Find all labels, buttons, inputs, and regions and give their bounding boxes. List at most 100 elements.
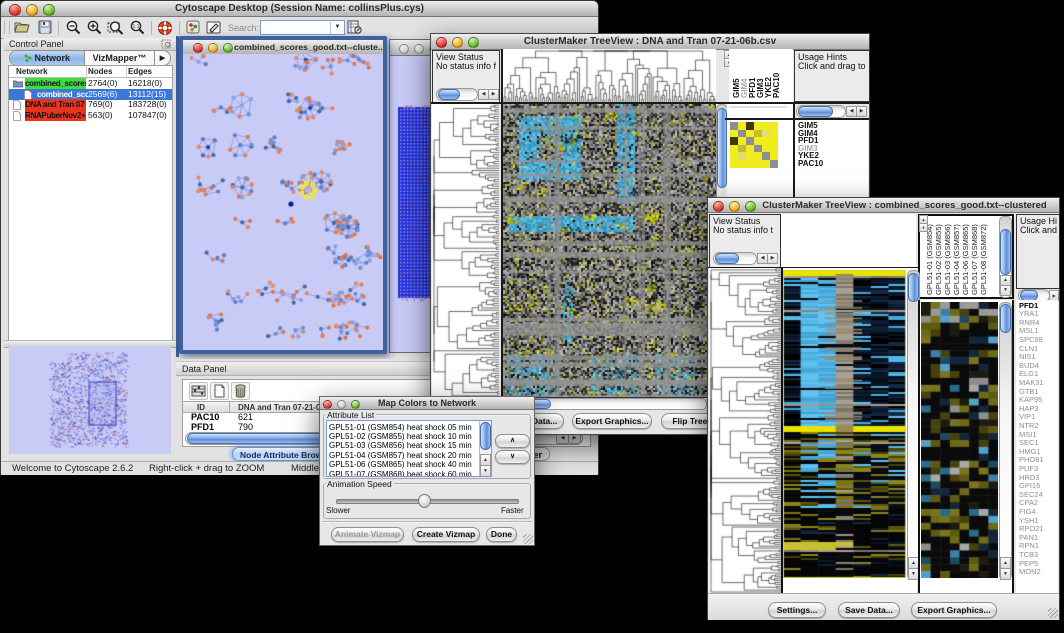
close-button[interactable]	[323, 400, 332, 409]
tv2-subheatmap[interactable]	[921, 302, 998, 578]
tv2-usage-hints-box: Usage Hi Click and	[1016, 214, 1060, 289]
close-button[interactable]	[193, 43, 203, 53]
zoom-in-icon[interactable]	[86, 20, 103, 35]
attribute-id: PAC10	[191, 412, 219, 422]
treeview1-titlebar[interactable]: ClusterMaker TreeView : DNA and Tran 07-…	[431, 34, 869, 50]
attribute-browser-icon[interactable]	[347, 20, 362, 35]
tv2-subheatmap-vscrollbar[interactable]	[999, 302, 1012, 580]
search-dropdown-button[interactable]: ▼	[330, 20, 345, 35]
tv1-heatmap[interactable]	[501, 104, 716, 397]
annotation-icon[interactable]	[206, 20, 222, 35]
tv2-export-graphics-button[interactable]: Export Graphics...	[911, 602, 997, 618]
matrix-cell	[770, 137, 778, 145]
help-ring-icon[interactable]	[157, 20, 173, 36]
new-attribute-button[interactable]	[210, 382, 229, 400]
attribute-list-item[interactable]: GPL51-06 (GSM865) heat shock 40 min	[329, 460, 472, 469]
treeview2-titlebar[interactable]: ClusterMaker TreeView : combined_scores_…	[708, 198, 1059, 213]
scroll-down-arrow[interactable]: ▼	[1000, 285, 1011, 296]
tv2-column-label: GPL51-02 (GSM855)	[934, 224, 943, 295]
matrix-cell	[730, 137, 738, 145]
delete-attribute-button[interactable]	[231, 382, 250, 400]
scroll-down-arrow[interactable]: ▼	[1000, 568, 1011, 580]
network-overview-thumbnail[interactable]	[9, 347, 171, 454]
matrix-cell	[770, 122, 778, 130]
close-button[interactable]	[9, 4, 21, 16]
close-button[interactable]	[399, 44, 409, 54]
attribute-list-item[interactable]: GPL51-07 (GSM868) heat shock 60 min	[329, 470, 472, 478]
new-network-icon[interactable]	[186, 20, 200, 34]
animation-speed-label: Animation Speed	[325, 479, 394, 489]
tab-network[interactable]: Network	[10, 51, 85, 65]
attribute-list-item[interactable]: GPL51-01 (GSM854) heat shock 05 min	[329, 423, 472, 432]
main-title-bar[interactable]: Cytoscape Desktop (Session Name: collins…	[1, 1, 598, 17]
zoom-out-icon[interactable]	[65, 20, 82, 35]
tv1-row-dendrogram[interactable]	[432, 104, 499, 397]
tv2-column-label: GPL51-08 (GSM872)	[979, 224, 988, 295]
search-label: Search:	[228, 23, 259, 33]
network-list-row[interactable]: combined_sco2569(6)13112(15)	[9, 89, 172, 100]
close-button[interactable]	[436, 37, 447, 48]
create-vizmap-button[interactable]: Create Vizmap	[412, 527, 480, 542]
minimize-button[interactable]	[26, 4, 38, 16]
zoom-button[interactable]	[351, 400, 360, 409]
network-list-row[interactable]: DNA and Tran 07769(0)183728(0)	[9, 99, 172, 110]
zoom-button[interactable]	[223, 43, 233, 53]
minimize-button[interactable]	[414, 44, 424, 54]
tv1-column-labels: GIM5GIM4PFD1GIM3YKE2PAC10	[729, 49, 793, 102]
move-down-button[interactable]: ∨	[495, 450, 530, 464]
minimize-button[interactable]	[729, 201, 740, 212]
scroll-right-arrow[interactable]: ▶	[488, 89, 499, 100]
zoom-button[interactable]	[745, 201, 756, 212]
attribute-list-item[interactable]: GPL51-04 (GSM857) heat shock 20 min	[329, 451, 472, 460]
tab-overflow-arrow[interactable]: ▶	[155, 51, 170, 65]
float-panel-icon[interactable]	[161, 39, 172, 49]
done-button[interactable]: Done	[486, 527, 517, 542]
tab-vizmapper[interactable]: VizMapper™	[85, 51, 155, 65]
select-attributes-button[interactable]	[189, 382, 208, 400]
attribute-list-item[interactable]: GPL51-03 (GSM856) heat shock 15 min	[329, 441, 472, 450]
matrix-cell	[738, 152, 746, 160]
tv2-row-dendrogram[interactable]	[709, 268, 781, 593]
save-session-icon[interactable]	[38, 20, 52, 34]
tv2-column-label: GPL51-07 (GSM868)	[970, 224, 979, 295]
network-list-header[interactable]: Network Nodes Edges	[9, 66, 172, 78]
control-panel: Control Panel Network VizMapper™ ▶ Netwo…	[4, 38, 176, 457]
minimize-button[interactable]	[337, 400, 346, 409]
toolbar-drag-handle[interactable]	[4, 21, 10, 34]
desktop-screen: Cytoscape Desktop (Session Name: collins…	[0, 0, 1064, 633]
tv2-row-labels: PFD1YRA1RNR4MSL1SPC98CLN1NIS1BUD4ELG1MAK…	[1016, 300, 1058, 593]
scroll-right-arrow[interactable]: ▶	[767, 253, 778, 264]
matrix-cell	[738, 130, 746, 138]
resize-grip[interactable]	[523, 534, 533, 544]
tv1-column-dendrogram[interactable]	[501, 49, 716, 102]
matrix-cell	[762, 137, 770, 145]
resize-grip[interactable]	[1048, 608, 1058, 618]
network-list-row[interactable]: RNAPuberNov2+!563(0)107847(0)	[9, 110, 172, 121]
tv2-settings-button[interactable]: Settings...	[768, 602, 826, 618]
move-up-button[interactable]: ∧	[495, 434, 530, 448]
tv2-save-data-button[interactable]: Save Data...	[838, 602, 900, 618]
edge-count: 183728(0)	[128, 99, 167, 110]
scroll-down-arrow[interactable]: ▼	[480, 465, 491, 477]
tv2-collabel-down-arrow[interactable]: ▼	[919, 223, 928, 232]
network-view-1[interactable]	[183, 54, 383, 347]
tv2-column-label: GPL51-04 (GSM857)	[952, 224, 961, 295]
zoom-selected-icon[interactable]	[107, 20, 126, 35]
tv2-view-status-box: View Status No status info t ◀ ▶	[709, 214, 781, 268]
zoom-button[interactable]	[468, 37, 479, 48]
tv1-export-graphics-button[interactable]: Export Graphics...	[572, 413, 652, 429]
search-input[interactable]	[260, 20, 332, 35]
network-list-row[interactable]: combined_scores2764(0)16218(0)	[9, 78, 172, 89]
open-file-icon[interactable]	[14, 20, 32, 34]
network-window-1-titlebar[interactable]: combined_scores_good.txt--cluste...	[183, 40, 383, 55]
close-button[interactable]	[713, 201, 724, 212]
minimize-button[interactable]	[208, 43, 218, 53]
scroll-right-arrow[interactable]: ▶	[856, 106, 867, 117]
dialog-titlebar[interactable]: Map Colors to Network	[320, 397, 534, 410]
zoom-fit-icon[interactable]: 1:1	[129, 20, 146, 35]
zoom-button[interactable]	[43, 4, 55, 16]
attribute-list-item[interactable]: GPL51-02 (GSM855) heat shock 10 min	[329, 432, 472, 441]
tv2-heatmap[interactable]	[783, 270, 906, 578]
minimize-button[interactable]	[452, 37, 463, 48]
attribute-listbox[interactable]: GPL51-01 (GSM854) heat shock 05 minGPL51…	[326, 420, 492, 477]
